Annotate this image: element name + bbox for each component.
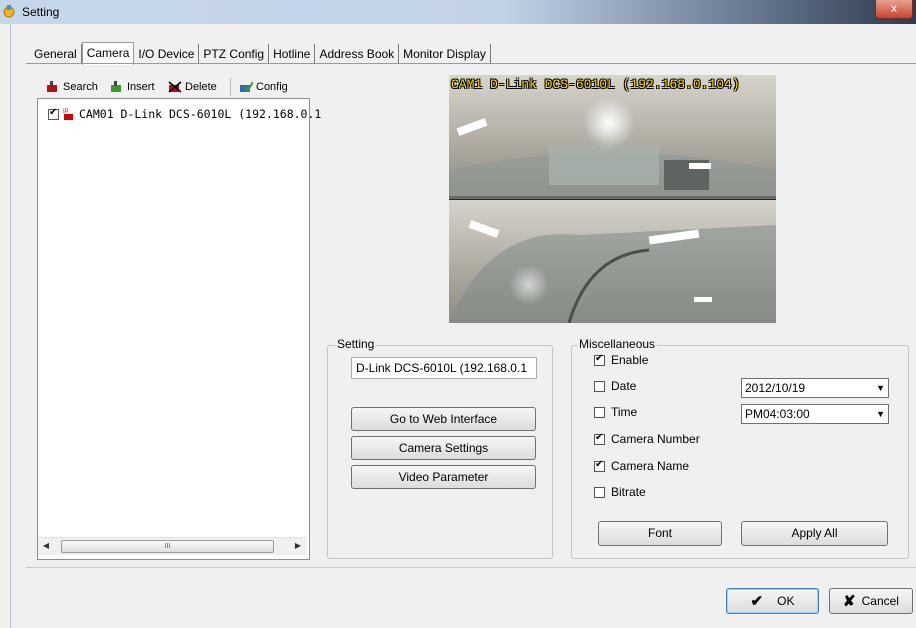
web-interface-button[interactable]: Go to Web Interface	[351, 407, 536, 431]
insert-label: Insert	[127, 81, 155, 93]
tab-hotline[interactable]: Hotline	[269, 44, 316, 64]
date-select[interactable]: 2012/10/19 ▼	[741, 378, 889, 398]
camera-delete-icon	[168, 81, 182, 93]
date-option[interactable]: Date	[594, 379, 636, 393]
toolbar-separator	[230, 78, 231, 96]
config-button[interactable]: Config	[239, 79, 288, 95]
tab-address-book[interactable]: Address Book	[315, 44, 400, 64]
font-button[interactable]: Font	[598, 521, 722, 546]
camera-search-icon	[47, 81, 57, 92]
enable-checkbox[interactable]	[594, 353, 605, 366]
camera-tree[interactable]: IP CAM01 D-Link DCS-6010L (192.168.0.1 ◀…	[37, 98, 321, 560]
time-checkbox[interactable]	[594, 406, 605, 418]
cancel-button[interactable]: ✘ Cancel	[829, 588, 913, 614]
search-button[interactable]: Search	[46, 79, 98, 95]
time-label: Time	[611, 405, 638, 419]
time-option[interactable]: Time	[594, 405, 637, 419]
camera-preview[interactable]: CAM1 D-Link DCS-6010L (192.168.0.104)	[449, 75, 776, 323]
insert-button[interactable]: Insert	[110, 79, 155, 95]
time-value: PM04:03:00	[745, 407, 810, 421]
camera-number-option[interactable]: Camera Number	[594, 432, 700, 446]
check-icon: ✔	[750, 593, 764, 610]
dropdown-arrow-icon: ▼	[876, 409, 885, 419]
app-icon	[3, 5, 15, 18]
tree-item-checkbox[interactable]	[48, 107, 59, 120]
time-select[interactable]: PM04:03:00 ▼	[741, 404, 889, 424]
camera-name-label: Camera Name	[611, 459, 690, 473]
config-label: Config	[256, 81, 288, 93]
x-icon: ✘	[843, 593, 856, 610]
camera-name-checkbox[interactable]	[594, 459, 605, 472]
camera-overlay-label: CAM1 D-Link DCS-6010L (192.168.0.104)	[451, 77, 740, 92]
ip-camera-icon: IP	[63, 109, 73, 120]
bitrate-label: Bitrate	[611, 485, 646, 499]
bitrate-checkbox[interactable]	[594, 486, 605, 498]
tree-item-label: CAM01 D-Link DCS-6010L (192.168.0.1	[79, 107, 322, 121]
camera-name-option[interactable]: Camera Name	[594, 459, 689, 473]
delete-label: Delete	[185, 81, 217, 93]
delete-button[interactable]: Delete	[168, 79, 217, 95]
scroll-thumb[interactable]: III	[61, 540, 274, 553]
date-checkbox[interactable]	[594, 380, 605, 392]
horizontal-scrollbar[interactable]: ◀ III ▶	[38, 537, 307, 555]
camera-name-field[interactable]: D-Link DCS-6010L (192.168.0.1	[351, 357, 537, 379]
date-label: Date	[611, 379, 637, 393]
camera-config-icon	[240, 81, 253, 92]
tab-io-device[interactable]: I/O Device	[134, 44, 200, 64]
apply-all-button[interactable]: Apply All	[741, 521, 888, 546]
tab-monitor-display[interactable]: Monitor Display	[399, 44, 491, 64]
window-title: Setting	[22, 5, 60, 19]
search-label: Search	[63, 81, 98, 93]
tab-bar: General Camera I/O Device PTZ Config Hot…	[30, 42, 491, 65]
camera-number-label: Camera Number	[611, 432, 700, 446]
enable-option[interactable]: Enable	[594, 353, 648, 367]
camera-number-checkbox[interactable]	[594, 432, 605, 445]
tab-ptz-config[interactable]: PTZ Config	[199, 44, 270, 64]
bitrate-option[interactable]: Bitrate	[594, 485, 646, 499]
ok-button[interactable]: ✔ OK	[726, 588, 819, 614]
enable-label: Enable	[611, 353, 649, 367]
tab-camera[interactable]: Camera	[81, 42, 135, 65]
ok-label: OK	[777, 594, 795, 608]
close-button[interactable]: x	[875, 0, 913, 19]
camera-insert-icon	[111, 81, 121, 92]
misc-group-label: Miscellaneous	[577, 337, 658, 351]
tree-item[interactable]: IP CAM01 D-Link DCS-6010L (192.168.0.1	[48, 107, 321, 121]
fisheye-image	[449, 75, 776, 323]
tab-general[interactable]: General	[30, 44, 82, 64]
scroll-left-button[interactable]: ◀	[38, 538, 54, 554]
dropdown-arrow-icon: ▼	[876, 383, 885, 393]
title-bar[interactable]	[0, 0, 916, 24]
camera-settings-button[interactable]: Camera Settings	[351, 436, 536, 460]
video-parameter-button[interactable]: Video Parameter	[351, 465, 536, 489]
scroll-right-button[interactable]: ▶	[290, 538, 306, 554]
setting-group-label: Setting	[335, 337, 377, 351]
cancel-label: Cancel	[861, 594, 899, 608]
date-value: 2012/10/19	[745, 381, 806, 395]
